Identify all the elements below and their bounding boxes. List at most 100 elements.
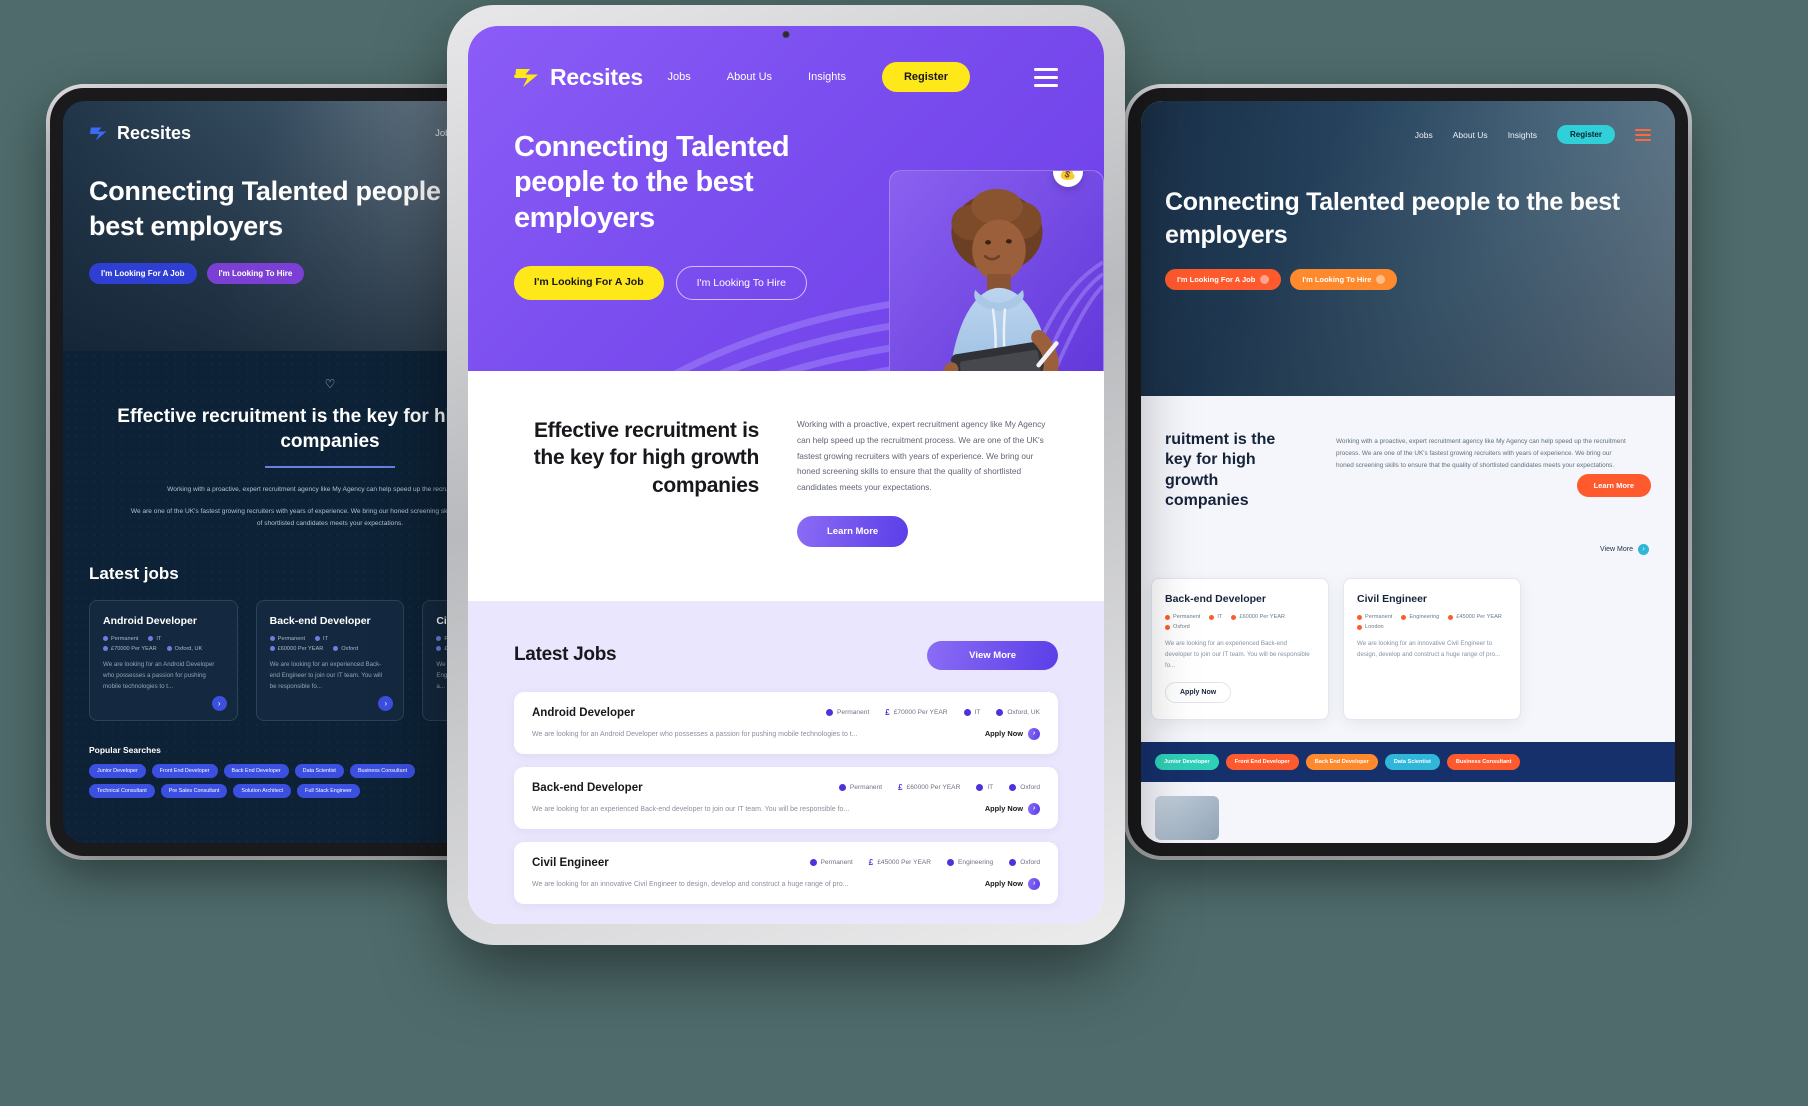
right-register-button[interactable]: Register [1556, 125, 1615, 144]
left-tag[interactable]: Technical Consultant [89, 784, 155, 799]
left-job-card[interactable]: Back-end Developer Permanent IT £60000 P… [255, 599, 405, 722]
left-popular-row-1: Junior Developer Front End Developer Bac… [89, 764, 469, 779]
left-tag[interactable]: Front End Developer [151, 764, 218, 779]
hamburger-menu-icon[interactable] [1635, 128, 1651, 141]
mockup-stage: Recsites Jobs About Us Insights Connecti… [0, 0, 1808, 1106]
left-tag[interactable]: Junior Developer [89, 764, 146, 779]
left-tag[interactable]: Business Consultant [349, 764, 416, 779]
right-nav-about[interactable]: About Us [1453, 130, 1488, 140]
right-hero: Jobs About Us Insights Register Connecti… [1141, 101, 1675, 396]
register-button[interactable]: Register [881, 62, 970, 92]
right-learn-more-button[interactable]: Learn More [1576, 474, 1651, 497]
left-job-apply-arrow-icon[interactable]: › [211, 696, 227, 712]
right-tag[interactable]: Front End Developer [1225, 754, 1299, 771]
job-card[interactable]: Back-end Developer Permanent £ £60000 Per… [514, 766, 1058, 829]
right-effective-paragraph: Working with a proactive, expert recruit… [1336, 438, 1626, 469]
effective-paragraph: Working with a proactive, expert recruit… [797, 419, 1046, 492]
left-job-location: Oxford, UK [174, 645, 203, 652]
left-popular-row-2: Technical Consultant Pre Sales Consultan… [89, 784, 469, 799]
left-job-sector: IT [323, 635, 329, 642]
right-job-location: London [1365, 624, 1384, 630]
right-job-sector: Engineering [1409, 614, 1440, 620]
job-title: Civil Engineer [532, 856, 609, 869]
briefcase-icon [315, 636, 321, 642]
effective-recruitment-section: Effective recruitment is the key for hig… [468, 371, 1104, 601]
hero-content: Connecting Talented people to the best e… [468, 92, 1104, 371]
nav-item-about-us[interactable]: About Us [727, 71, 772, 83]
left-logo[interactable]: Recsites [89, 123, 191, 144]
looking-to-hire-button[interactable]: I'm Looking To Hire [675, 266, 807, 301]
job-meta: Permanent £ £60000 Per YEAR IT Oxford [838, 782, 1040, 792]
pound-icon [1231, 614, 1237, 620]
view-more-button[interactable]: View More [927, 640, 1058, 670]
job-salary: £45000 Per YEAR [877, 859, 931, 867]
job-meta: Permanent £ £70000 Per YEAR IT Oxford, UK [826, 707, 1040, 717]
pound-icon [436, 646, 442, 652]
front-camera [782, 31, 790, 38]
right-job-type: Permanent [1173, 614, 1201, 620]
hamburger-menu-icon[interactable] [1034, 67, 1058, 87]
right-looking-for-job-button[interactable]: I'm Looking For A Job [1165, 269, 1282, 290]
left-tag[interactable]: Full Stack Engineer [297, 784, 360, 799]
right-tag[interactable]: Business Consultant [1446, 754, 1521, 771]
pound-icon: £ [885, 707, 890, 717]
right-job-card[interactable]: Civil Engineer Permanent Engineering £45… [1343, 578, 1521, 721]
clock-icon [103, 636, 108, 642]
jobs-header: Latest Jobs View More [514, 640, 1058, 670]
left-looking-for-job-button[interactable]: I'm Looking For A Job [89, 263, 197, 285]
logo[interactable]: Recsites [514, 64, 643, 91]
arrow-right-icon: › [1028, 802, 1040, 815]
right-apply-now-button[interactable]: Apply Now [1165, 682, 1232, 704]
left-job-card[interactable]: Android Developer Permanent IT £70000 Pe… [89, 599, 238, 722]
left-tag[interactable]: Back End Developer [223, 764, 289, 779]
looking-for-job-button[interactable]: I'm Looking For A Job [514, 266, 664, 301]
left-job-apply-arrow-icon[interactable]: › [378, 696, 394, 712]
arrow-right-icon: › [1028, 877, 1040, 890]
right-job-title: Back-end Developer [1165, 593, 1266, 605]
footer-thumbnail-image [1155, 796, 1219, 841]
left-tag[interactable]: Data Scientist [294, 764, 344, 779]
learn-more-button[interactable]: Learn More [797, 515, 909, 547]
location-pin-icon [1009, 784, 1017, 792]
right-job-card[interactable]: Back-end Developer Permanent IT £60000 P… [1151, 578, 1329, 721]
job-sector: IT [987, 784, 994, 792]
apply-now-button[interactable]: Apply Now › [985, 802, 1040, 815]
right-tag[interactable]: Junior Developer [1155, 754, 1219, 771]
right-nav-insights[interactable]: Insights [1508, 130, 1537, 140]
briefcase-icon [1401, 614, 1407, 620]
left-tag[interactable]: Solution Architect [233, 784, 292, 799]
briefcase-icon [947, 859, 954, 867]
apply-now-button[interactable]: Apply Now › [985, 877, 1040, 890]
hero-image-card: 💰 [889, 170, 1104, 371]
lightning-bolt-icon [90, 126, 107, 141]
arrow-right-icon: › [1028, 727, 1040, 740]
nav-item-jobs[interactable]: Jobs [668, 71, 691, 83]
briefcase-icon [148, 636, 154, 642]
pound-icon: £ [898, 782, 903, 792]
right-effective-section: ruitment is the key for high growth comp… [1141, 396, 1675, 536]
right-hero-buttons: I'm Looking For A Job I'm Looking To Hir… [1141, 251, 1675, 290]
left-looking-to-hire-button[interactable]: I'm Looking To Hire [206, 263, 305, 285]
woman-with-tablet-photo [890, 171, 1103, 371]
page-scroll-area[interactable]: Recsites Jobs About Us Insights Register [468, 26, 1104, 924]
job-card[interactable]: Android Developer Permanent £ £70000 Per … [514, 691, 1058, 754]
right-hero-heading: Connecting Talented people to the best e… [1165, 188, 1620, 249]
job-card[interactable]: Civil Engineer Permanent £ £45000 Per YEA… [514, 841, 1058, 904]
arrow-circle-icon [1376, 275, 1386, 284]
right-tag[interactable]: Data Scientist [1384, 754, 1440, 771]
right-looking-to-hire-button[interactable]: I'm Looking To Hire [1290, 269, 1398, 290]
left-job-description: We are looking for an Android Developer … [103, 660, 215, 690]
right-job-description: We are looking for an innovative Civil E… [1357, 640, 1501, 659]
apply-now-button[interactable]: Apply Now › [985, 727, 1040, 740]
tablet-device-center: Recsites Jobs About Us Insights Register [447, 5, 1125, 945]
job-location: Oxford [1020, 859, 1040, 867]
right-nav-jobs[interactable]: Jobs [1415, 130, 1433, 140]
pound-icon: £ [868, 857, 874, 867]
pound-icon [269, 646, 275, 652]
job-type: Permanent [849, 784, 883, 792]
right-tag[interactable]: Back End Developer [1305, 754, 1378, 771]
right-view-more-button[interactable]: View More › [1600, 544, 1649, 555]
left-tag[interactable]: Pre Sales Consultant [160, 784, 228, 799]
nav-item-insights[interactable]: Insights [808, 71, 846, 83]
hero-cta-group: I'm Looking For A Job I'm Looking To Hir… [514, 266, 814, 301]
